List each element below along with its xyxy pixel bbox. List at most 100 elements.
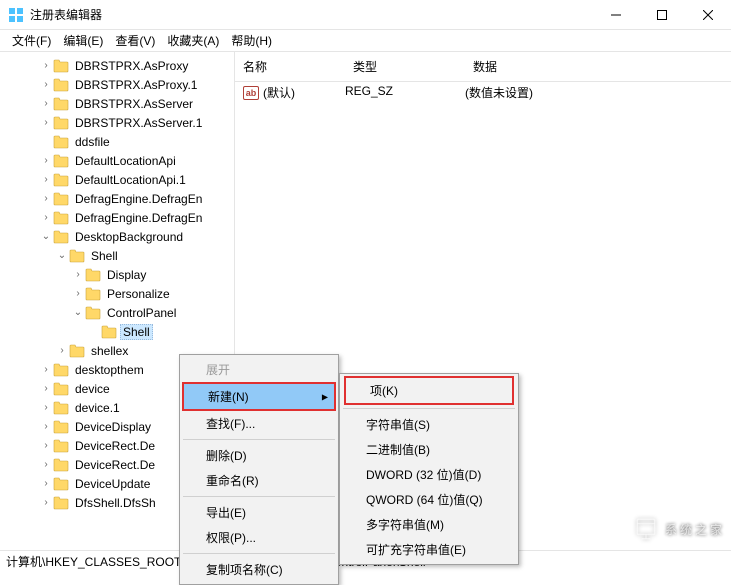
tree-item[interactable]: ⌄ DesktopBackground [0, 227, 234, 246]
tree-item-label: DeviceRect.De [72, 438, 158, 454]
tree-item[interactable]: ddsfile [0, 132, 234, 151]
col-header-data[interactable]: 数据 [465, 56, 731, 77]
tree-item-label: DeviceUpdate [72, 476, 153, 492]
chevron-right-icon[interactable]: › [40, 117, 52, 128]
folder-icon [85, 268, 101, 282]
ctx-new-qword[interactable]: QWORD (64 位)值(Q) [342, 487, 516, 512]
folder-icon [53, 97, 69, 111]
menu-edit[interactable]: 编辑(E) [57, 32, 109, 49]
chevron-right-icon[interactable]: › [40, 497, 52, 508]
ctx-copy-key-name[interactable]: 复制项名称(C) [182, 557, 336, 582]
tree-item[interactable]: Shell [0, 322, 234, 341]
ctx-delete[interactable]: 删除(D) [182, 443, 336, 468]
value-data: (数值未设置) [465, 84, 731, 101]
ctx-rename[interactable]: 重命名(R) [182, 468, 336, 493]
titlebar: 注册表编辑器 [0, 0, 731, 30]
folder-icon [53, 173, 69, 187]
ctx-new[interactable]: 新建(N) ▶ [182, 382, 336, 411]
list-row[interactable]: ab (默认) REG_SZ (数值未设置) [235, 82, 731, 103]
tree-item-label: Personalize [104, 286, 173, 302]
col-header-type[interactable]: 类型 [345, 56, 465, 77]
chevron-right-icon[interactable]: › [40, 421, 52, 432]
chevron-right-icon[interactable]: › [40, 212, 52, 223]
folder-icon [53, 59, 69, 73]
chevron-right-icon[interactable]: › [40, 174, 52, 185]
ctx-export[interactable]: 导出(E) [182, 500, 336, 525]
tree-item-label: DesktopBackground [72, 229, 186, 245]
chevron-right-icon[interactable]: › [40, 478, 52, 489]
chevron-right-icon[interactable]: › [40, 60, 52, 71]
folder-icon [53, 439, 69, 453]
menu-help[interactable]: 帮助(H) [225, 32, 278, 49]
chevron-right-icon[interactable]: › [40, 459, 52, 470]
close-button[interactable] [685, 0, 731, 29]
folder-icon [53, 363, 69, 377]
chevron-right-icon[interactable]: › [72, 269, 84, 280]
chevron-right-icon[interactable]: › [40, 383, 52, 394]
folder-icon [101, 325, 117, 339]
ctx-permissions[interactable]: 权限(P)... [182, 525, 336, 550]
chevron-down-icon[interactable]: ⌄ [40, 231, 52, 242]
menu-separator [343, 408, 515, 409]
tree-item[interactable]: ›DefragEngine.DefragEn [0, 189, 234, 208]
folder-icon [53, 116, 69, 130]
ctx-new-multistring[interactable]: 多字符串值(M) [342, 512, 516, 537]
tree-item[interactable]: ⌄ControlPanel [0, 303, 234, 322]
chevron-down-icon[interactable]: ⌄ [56, 250, 68, 261]
chevron-right-icon[interactable]: › [40, 98, 52, 109]
folder-icon [53, 154, 69, 168]
context-menu: 展开 新建(N) ▶ 查找(F)... 删除(D) 重命名(R) 导出(E) 权… [179, 354, 339, 585]
string-value-icon: ab [243, 86, 259, 100]
tree-item-label: shellex [88, 343, 131, 359]
folder-icon [69, 344, 85, 358]
tree-item-label: desktopthem [72, 362, 147, 378]
tree-item-label: DefaultLocationApi [72, 153, 179, 169]
folder-icon [53, 458, 69, 472]
ctx-new-key[interactable]: 项(K) [344, 376, 514, 405]
menu-favorites[interactable]: 收藏夹(A) [161, 32, 225, 49]
chevron-right-icon: ▶ [322, 392, 328, 401]
tree-item[interactable]: › DefaultLocationApi.1 [0, 170, 234, 189]
chevron-right-icon[interactable]: › [72, 288, 84, 299]
tree-item[interactable]: › DefragEngine.DefragEn [0, 208, 234, 227]
chevron-right-icon[interactable]: › [40, 79, 52, 90]
chevron-right-icon[interactable]: › [40, 193, 52, 204]
ctx-new-dword[interactable]: DWORD (32 位)值(D) [342, 462, 516, 487]
minimize-button[interactable] [593, 0, 639, 29]
value-type: REG_SZ [345, 84, 465, 101]
tree-item-label: DefaultLocationApi.1 [72, 172, 189, 188]
tree-item-label: DBRSTPRX.AsProxy.1 [72, 77, 200, 93]
tree-item-label: DBRSTPRX.AsServer.1 [72, 115, 205, 131]
chevron-right-icon[interactable]: › [40, 402, 52, 413]
window-controls [593, 0, 731, 29]
ctx-expand: 展开 [182, 357, 336, 382]
tree-item[interactable]: › Personalize [0, 284, 234, 303]
chevron-right-icon[interactable]: › [56, 345, 68, 356]
tree-item[interactable]: › DBRSTPRX.AsServer.1 [0, 113, 234, 132]
folder-icon [85, 306, 101, 320]
tree-item[interactable]: › DBRSTPRX.AsProxy.1 [0, 75, 234, 94]
chevron-right-icon[interactable]: › [40, 155, 52, 166]
ctx-find[interactable]: 查找(F)... [182, 411, 336, 436]
tree-item[interactable]: ›DBRSTPRX.AsProxy [0, 56, 234, 75]
folder-icon [53, 192, 69, 206]
tree-item[interactable]: ›DBRSTPRX.AsServer [0, 94, 234, 113]
chevron-down-icon[interactable]: ⌄ [72, 307, 84, 318]
tree-item[interactable]: › DefaultLocationApi [0, 151, 234, 170]
tree-item[interactable]: ⌄Shell [0, 246, 234, 265]
ctx-new-binary[interactable]: 二进制值(B) [342, 437, 516, 462]
maximize-button[interactable] [639, 0, 685, 29]
menu-file[interactable]: 文件(F) [6, 32, 57, 49]
tree-item[interactable]: ›Display [0, 265, 234, 284]
folder-icon [69, 249, 85, 263]
ctx-new-string[interactable]: 字符串值(S) [342, 412, 516, 437]
chevron-right-icon[interactable]: › [40, 440, 52, 451]
tree-item-label: DeviceRect.De [72, 457, 158, 473]
chevron-right-icon[interactable]: › [40, 364, 52, 375]
folder-icon [53, 382, 69, 396]
col-header-name[interactable]: 名称 [235, 56, 345, 77]
tree-item-label: device [72, 381, 113, 397]
tree-item-label: DefragEngine.DefragEn [72, 210, 205, 226]
menu-view[interactable]: 查看(V) [109, 32, 161, 49]
ctx-new-expandstring[interactable]: 可扩充字符串值(E) [342, 537, 516, 562]
